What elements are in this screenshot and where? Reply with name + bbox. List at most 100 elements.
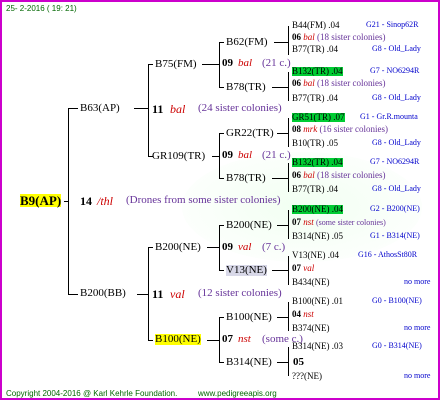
leaf-id: B100(NE) bbox=[292, 296, 330, 306]
leaf-value: .04 bbox=[328, 20, 340, 30]
gen4-node: B200(NE) .04 bbox=[292, 205, 343, 214]
leaf-info: G7 - NO6294R bbox=[370, 157, 420, 166]
gen4-node: B434(NE) bbox=[292, 278, 330, 287]
connector-line bbox=[219, 87, 224, 88]
footer-copyright: Copyright 2004-2016 @ Karl Kehrle Founda… bbox=[6, 389, 178, 398]
leaf-sub-note: (18 sister colonies) bbox=[317, 78, 386, 88]
pedigree-chart: 25- 2-2016 ( 19: 21) B9(AP) 14 /thl (Dro… bbox=[0, 0, 440, 400]
leaf-info: G16 - AthosSt80R bbox=[358, 250, 418, 259]
leaf-value: .01 bbox=[331, 296, 343, 306]
leaf-id: V13(NE) bbox=[292, 250, 326, 260]
connector-line bbox=[219, 178, 224, 179]
gen2-node: B200(NE) bbox=[155, 241, 201, 253]
gen3-count: 05 bbox=[293, 356, 304, 368]
connector-line bbox=[137, 294, 149, 295]
leaf-info: G8 - Old_Lady bbox=[372, 138, 421, 147]
root-mark: /thl bbox=[97, 194, 114, 208]
leaf-value: .05 bbox=[326, 138, 338, 148]
connector-line bbox=[272, 270, 289, 271]
leaf-sub-mark: nst bbox=[303, 217, 314, 227]
leaf-value: .04 bbox=[331, 157, 343, 167]
connector-line bbox=[219, 225, 224, 226]
leaf-sub-mark: nst bbox=[303, 309, 314, 319]
leaf-id: B434(NE) bbox=[292, 277, 330, 287]
leaf-sub-note: (18 sister colonies) bbox=[317, 170, 386, 180]
leaf-info: G8 - Old_Lady bbox=[372, 184, 421, 193]
leaf-sub-count: 07 bbox=[292, 217, 301, 227]
gen1-note: (12 sister colonies) bbox=[198, 287, 282, 299]
leaf-sub-mark: mrk bbox=[303, 124, 318, 134]
gen2-mark: nst bbox=[238, 333, 251, 345]
connector-line bbox=[272, 87, 289, 88]
leaf-sub-count: 06 bbox=[292, 170, 301, 180]
gen4-node: B77(TR) .04 bbox=[292, 185, 338, 194]
leaf-info: G1 - B314(NE) bbox=[370, 231, 420, 240]
leaf-sub-count: 04 bbox=[292, 309, 301, 319]
date-stamp: 25- 2-2016 ( 19: 21) bbox=[6, 4, 77, 13]
leaf-value: .04 bbox=[327, 250, 339, 260]
gen2-node: GR109(TR) bbox=[152, 150, 206, 162]
connector-line bbox=[207, 340, 220, 341]
connector-line bbox=[277, 133, 289, 134]
gen4-node: B374(NE) bbox=[292, 324, 330, 333]
connector-line bbox=[207, 247, 220, 248]
leaf-sub-count: 07 bbox=[292, 263, 301, 273]
gen2-count: 07 bbox=[222, 333, 233, 345]
leaf-info: G8 - Old_Lady bbox=[372, 93, 421, 102]
gen1-note: (24 sister colonies) bbox=[198, 102, 282, 114]
leaf-sub-mark: bal bbox=[303, 78, 315, 88]
leaf-info: G2 - B200(NE) bbox=[370, 204, 420, 213]
connector-line bbox=[64, 201, 69, 202]
gen4-node: B77(TR) .04 bbox=[292, 94, 338, 103]
connector-line bbox=[219, 133, 224, 134]
leaf-info: G7 - NO6294R bbox=[370, 66, 420, 75]
gen4-node: B44(FM) .04 bbox=[292, 21, 340, 30]
gen2-note: (21 c.) bbox=[262, 149, 291, 161]
connector-line bbox=[148, 64, 153, 65]
gen1-node: B63(AP) bbox=[80, 102, 120, 114]
leaf-info: G1 - Gr.R.mounta bbox=[360, 112, 418, 121]
connector-line bbox=[288, 26, 289, 55]
gen4-node: B100(NE) .01 bbox=[292, 297, 343, 306]
leaf-id: B10(TR) bbox=[292, 138, 325, 148]
gen2-node: B75(FM) bbox=[155, 58, 197, 70]
leaf-id: B77(TR) bbox=[292, 184, 325, 194]
gen2-count: 09 bbox=[222, 241, 233, 253]
root-note: (Drones from some sister colonies) bbox=[126, 194, 281, 206]
gen4-node: ???(NE) bbox=[292, 372, 322, 381]
leaf-info: no more bbox=[404, 323, 431, 332]
gen1-mark: bal bbox=[170, 102, 186, 116]
gen3-node: B314(NE) bbox=[226, 356, 272, 368]
leaf-value: .05 bbox=[331, 231, 343, 241]
gen2-note: (7 c.) bbox=[262, 241, 286, 253]
gen4-node: B314(NE) .05 bbox=[292, 232, 343, 241]
connector-line bbox=[219, 42, 224, 43]
leaf-id: B374(NE) bbox=[292, 323, 330, 333]
leaf-sub-mark: bal bbox=[303, 32, 315, 42]
leaf-id: B314(NE) bbox=[292, 231, 330, 241]
gen3-node: B78(TR) bbox=[226, 81, 266, 93]
leaf-value: .04 bbox=[326, 93, 338, 103]
leaf-sub-note: (16 sister colonies) bbox=[319, 124, 388, 134]
connector-line bbox=[212, 156, 220, 157]
gen3-node: V13(NE) bbox=[226, 264, 267, 276]
gen3-node: GR22(TR) bbox=[226, 127, 274, 139]
footer-url[interactable]: www.pedigreeapis.org bbox=[198, 389, 277, 398]
gen1-node: B200(BB) bbox=[80, 287, 126, 299]
connector-line bbox=[277, 225, 289, 226]
gen1-mark: val bbox=[170, 287, 185, 301]
gen1-count: 11 bbox=[152, 287, 164, 301]
connector-line bbox=[148, 340, 153, 341]
leaf-id: B77(TR) bbox=[292, 44, 325, 54]
connector-line bbox=[68, 108, 78, 109]
connector-line bbox=[219, 362, 224, 363]
connector-line bbox=[277, 317, 289, 318]
leaf-sub-count: 06 bbox=[292, 78, 301, 88]
gen4-node: B132(TR) .04 bbox=[292, 67, 343, 76]
leaf-id: B314(NE) bbox=[292, 341, 330, 351]
gen3-note: (21 c.) bbox=[262, 57, 291, 69]
gen4-node: V13(NE) .04 bbox=[292, 251, 339, 260]
gen2-mark: bal bbox=[238, 149, 253, 161]
leaf-value: .03 bbox=[331, 341, 343, 351]
leaf-value: .04 bbox=[326, 44, 338, 54]
